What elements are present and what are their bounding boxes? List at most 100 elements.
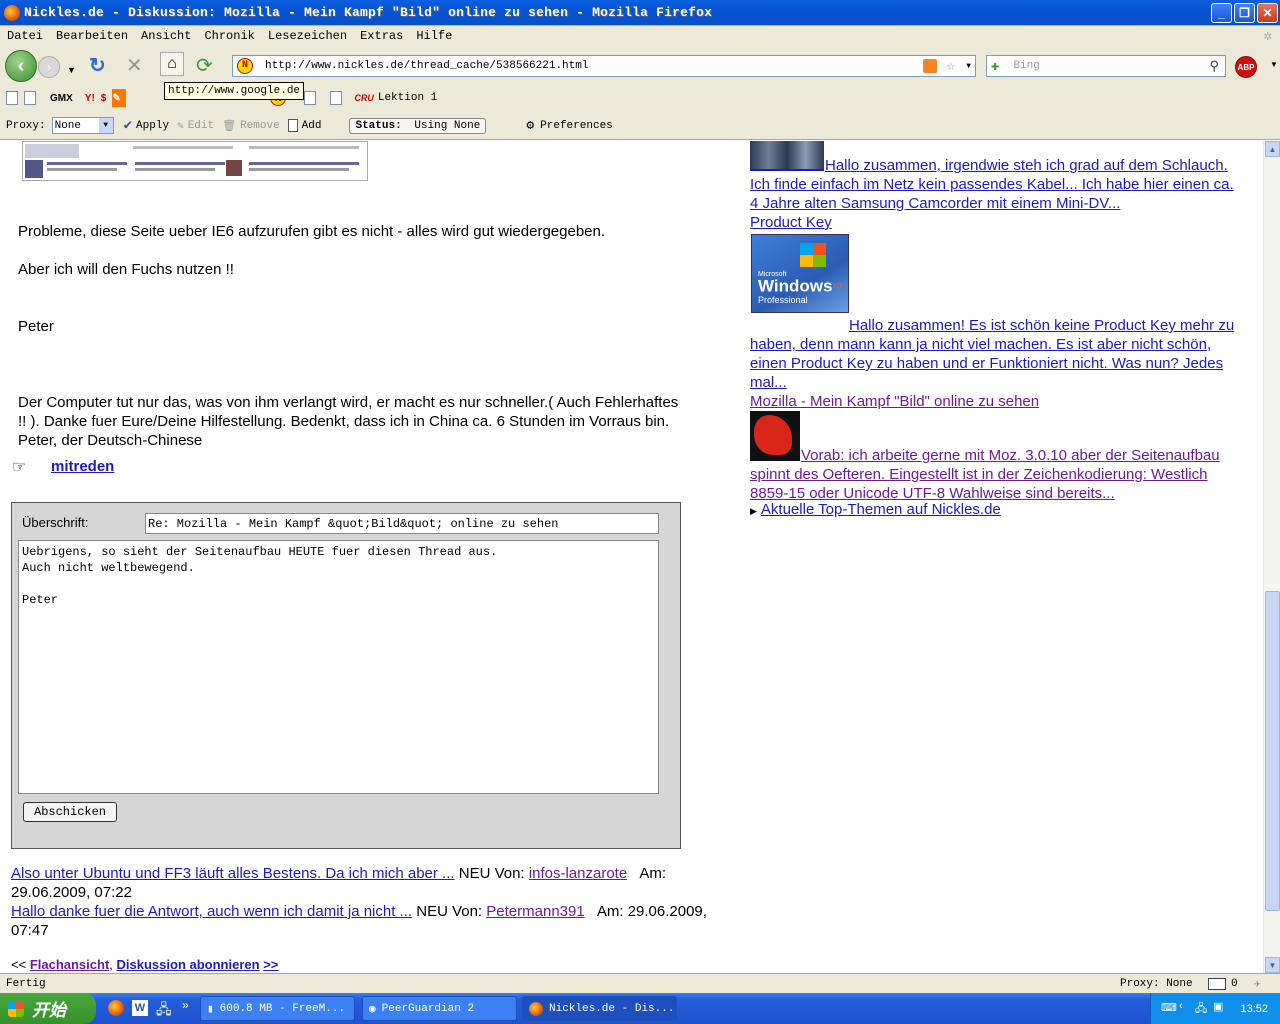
navigation-toolbar: ‹ › ▼ ↻ ✕ ⌂ ⟳ N http://www.nickles.de/th… [0, 46, 1280, 84]
adblock-plus-icon[interactable]: ABP [1235, 56, 1257, 78]
proxy-select-value: None [54, 119, 82, 132]
preferences-button[interactable]: ⚙ Preferences [526, 118, 612, 133]
add-button[interactable]: Add [287, 119, 321, 132]
status-value: Using None [414, 119, 481, 132]
reply-user-link[interactable]: Petermann391 [486, 903, 584, 920]
post-author: Peter [18, 318, 54, 335]
menu-datei[interactable]: Datei [0, 29, 49, 43]
menu-ansicht[interactable]: Ansicht [134, 29, 197, 43]
vertical-scrollbar[interactable]: ▲ ▼ [1263, 141, 1280, 973]
task-firefox[interactable]: Nickles.de - Dis... [522, 996, 677, 1021]
menu-chronik[interactable]: Chronik [197, 29, 260, 43]
menu-bearbeiten[interactable]: Bearbeiten [49, 29, 134, 43]
windows-xp-image[interactable]: Microsoft Windowsxp Professional [751, 234, 849, 313]
top-topics-label: Aktuelle Top-Themen auf Nickles.de [760, 501, 1001, 518]
bookmark-yahoo-icon[interactable]: Y! [85, 89, 95, 107]
flat-view-link[interactable]: Flachansicht [30, 957, 109, 972]
subject-input[interactable]: Re: Mozilla - Mein Kampf &quot;Bild&quot… [145, 513, 659, 534]
home-tooltip: http://www.google.de [164, 82, 305, 100]
system-tray: ⌨ ‹ 🖧 ▣ 13:52 [1150, 993, 1280, 1024]
rss-icon[interactable] [923, 59, 937, 73]
url-dropdown-icon[interactable]: ▼ [966, 62, 971, 71]
search-input[interactable]: Bing [1013, 60, 1039, 72]
quicklaunch-firefox-icon[interactable] [108, 1000, 124, 1016]
status-addon-icon[interactable]: ✈ [1254, 977, 1261, 991]
start-button[interactable]: 开始 [0, 993, 96, 1024]
search-icon[interactable]: ⚲ [1209, 59, 1219, 74]
reload-icon[interactable]: ↻ [89, 55, 106, 77]
bookmark-page-4[interactable] [330, 89, 343, 107]
forward-button[interactable]: › [38, 56, 60, 78]
menu-hilfe[interactable]: Hilfe [409, 29, 458, 43]
sidebar-item-product-key[interactable]: Hallo zusammen! Es ist schön keine Produ… [750, 316, 1255, 392]
reply-user-link[interactable]: infos-lanzarote [529, 865, 627, 882]
minimize-button[interactable]: _ [1211, 3, 1232, 23]
mail-icon[interactable] [1208, 978, 1226, 990]
bookmark-cru[interactable]: CRU Lektion 1 [354, 89, 437, 107]
submit-button[interactable]: Abschicken [23, 802, 118, 822]
search-bar[interactable]: ✚ Bing ⚲ [986, 55, 1226, 77]
scrollbar-thumb[interactable] [1265, 591, 1280, 911]
scroll-down-icon[interactable]: ▼ [1265, 957, 1280, 973]
home-icon[interactable]: ⌂ [160, 52, 184, 76]
mitreden-link[interactable]: mitreden [51, 458, 114, 475]
mail-count: 0 [1231, 977, 1238, 990]
history-dropdown-icon[interactable]: ▼ [67, 59, 76, 81]
tray-app-icon[interactable]: ▣ [1213, 1000, 1223, 1013]
windows-xp-label: xp [832, 280, 842, 290]
sidebar-product-key-title[interactable]: Product Key [750, 213, 832, 232]
bookmark-edit-icon[interactable]: ✎ [112, 89, 127, 107]
bookmark-page-1[interactable] [6, 89, 18, 107]
message-textarea[interactable]: Uebrigens, so sieht der Seitenaufbau HEU… [18, 540, 659, 794]
sidebar-text: Hallo zusammen! Es ist schön keine Produ… [849, 317, 1235, 334]
maximize-button[interactable]: ❐ [1234, 3, 1255, 23]
edit-button[interactable]: ✎ Edit [177, 119, 214, 133]
menu-lesezeichen[interactable]: Lesezeichen [261, 29, 353, 43]
apply-button[interactable]: ✔ Apply [124, 117, 169, 134]
bookmark-star-icon[interactable]: ☆ [947, 58, 955, 75]
search-engine-icon[interactable]: ✚ [991, 58, 999, 75]
sidebar-mozilla-title[interactable]: Mozilla - Mein Kampf "Bild" online zu se… [750, 392, 1039, 411]
pointing-hand-icon: ☞ [12, 459, 27, 476]
task-label: PeerGuardian 2 [381, 1002, 475, 1015]
network-tray-icon[interactable]: 🖧 [1195, 1000, 1207, 1019]
reply-title-link[interactable]: Also unter Ubuntu und FF3 läuft alles Be… [11, 865, 455, 882]
sidebar-item-mozilla[interactable]: Vorab: ich arbeite gerne mit Moz. 3.0.10… [750, 446, 1255, 503]
proxy-select[interactable]: None ▼ [51, 117, 114, 134]
task-freemem[interactable]: ▮ 600.8 MB - FreeM... [200, 996, 355, 1021]
firefox-icon [529, 1001, 543, 1016]
stop-icon[interactable]: ✕ [126, 55, 143, 77]
signature-line-2: !! ). Danke fuer Eure/Deine Hilfestellun… [18, 413, 670, 430]
bookmark-page-2[interactable] [24, 89, 36, 107]
subscribe-link[interactable]: Diskussion abonnieren [117, 957, 260, 972]
next-link[interactable]: >> [263, 957, 278, 972]
status-proxy[interactable]: Proxy: None [1120, 978, 1193, 990]
bookmark-gmx[interactable]: GMX [50, 89, 73, 107]
menu-extras[interactable]: Extras [353, 29, 409, 43]
abp-dropdown-icon[interactable]: ▼ [1270, 60, 1278, 69]
reply-am-label: Am: [639, 865, 667, 882]
task-peerguardian[interactable]: ◉ PeerGuardian 2 [362, 996, 517, 1021]
reply-title-link[interactable]: Hallo danke fuer die Antwort, auch wenn … [11, 903, 412, 920]
bookmark-sparkasse-icon[interactable]: $ [101, 89, 107, 107]
addon-green-icon[interactable]: ⟳ [196, 55, 213, 77]
top-topics-link[interactable]: ▶ Aktuelle Top-Themen auf Nickles.de [750, 500, 1001, 521]
keyboard-icon[interactable]: ⌨ [1161, 1001, 1177, 1014]
status-label: Status: [355, 119, 402, 132]
cru-logo-icon: CRU [354, 93, 374, 103]
tray-expand-icon[interactable]: ‹ [1179, 1000, 1183, 1012]
bookmark-page-3[interactable] [304, 89, 317, 107]
quicklaunch-word-icon[interactable]: W [132, 1000, 148, 1016]
back-button[interactable]: ‹ [5, 50, 37, 82]
quicklaunch-more-icon[interactable]: » [182, 998, 189, 1012]
quicklaunch-network-icon[interactable]: 🖧 [156, 999, 172, 1023]
close-button[interactable]: ✕ [1257, 3, 1278, 23]
subject-label: Überschrift: [22, 515, 89, 530]
remove-button[interactable]: 🗑 Remove [222, 119, 280, 133]
window-titlebar: Nickles.de - Diskussion: Mozilla - Mein … [0, 0, 1280, 26]
url-bar[interactable]: N http://www.nickles.de/thread_cache/538… [232, 55, 976, 77]
scroll-up-icon[interactable]: ▲ [1265, 141, 1280, 157]
windows-flag-icon [800, 243, 826, 267]
sidebar-item-camcorder[interactable]: Hallo zusammen, irgendwie steh ich grad … [750, 156, 1255, 213]
post-line-1: Probleme, diese Seite ueber IE6 aufzuruf… [18, 223, 606, 240]
